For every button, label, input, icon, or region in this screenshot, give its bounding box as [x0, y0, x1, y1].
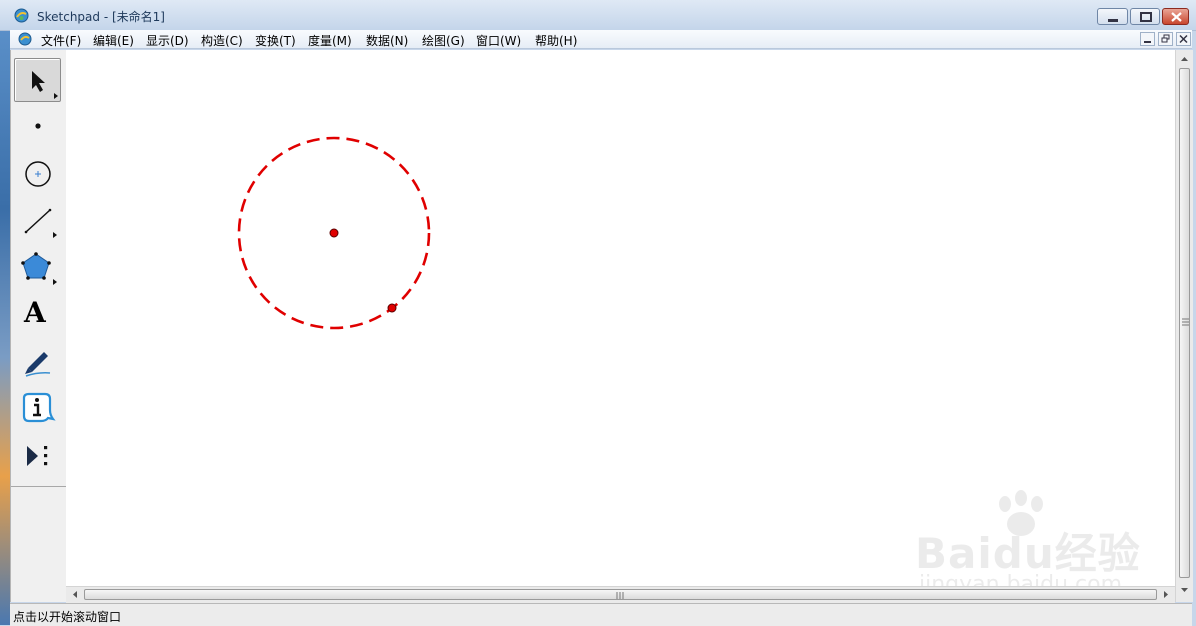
- minimize-button[interactable]: [1097, 8, 1128, 25]
- title-bar[interactable]: Sketchpad - [未命名1]: [0, 0, 1196, 31]
- scroll-down-icon[interactable]: [1177, 583, 1192, 598]
- point-tool[interactable]: [14, 104, 61, 148]
- mdi-minimize-icon[interactable]: [1140, 32, 1155, 46]
- minimize-icon: [1108, 19, 1118, 22]
- menu-window[interactable]: 窗口(W): [476, 32, 521, 49]
- menu-file[interactable]: 文件(F): [41, 32, 81, 49]
- horizontal-scrollbar[interactable]: [66, 586, 1175, 603]
- play-more-icon: [27, 446, 48, 466]
- center-point[interactable]: [329, 228, 339, 238]
- text-tool[interactable]: A: [14, 294, 61, 338]
- window-title: Sketchpad - [未命名1]: [37, 10, 165, 24]
- grip-icon: [616, 592, 624, 599]
- menu-edit[interactable]: 编辑(E): [93, 32, 134, 49]
- restore-icon: [1140, 12, 1152, 22]
- straightedge-tool[interactable]: [14, 200, 61, 244]
- menu-graph[interactable]: 绘图(G): [422, 32, 465, 49]
- close-icon: [1171, 12, 1182, 22]
- circle-icon: [25, 161, 51, 187]
- close-button[interactable]: [1162, 8, 1189, 25]
- toolbox-separator: [11, 486, 66, 487]
- menu-data[interactable]: 数据(N): [366, 32, 408, 49]
- status-bar: 点击以开始滚动窗口: [10, 603, 1192, 626]
- desktop-edge: [0, 30, 10, 625]
- mdi-restore-icon[interactable]: [1158, 32, 1173, 46]
- menu-bar: 文件(F) 编辑(E) 显示(D) 构造(C) 变换(T) 度量(M) 数据(N…: [10, 30, 1192, 49]
- marker-tool[interactable]: [14, 340, 61, 384]
- sketchpad-app-icon: [14, 8, 29, 23]
- menu-transform[interactable]: 变换(T): [255, 32, 296, 49]
- status-text: 点击以开始滚动窗口: [13, 610, 122, 624]
- menu-construct[interactable]: 构造(C): [201, 32, 243, 49]
- vertical-scrollbar[interactable]: [1175, 50, 1193, 602]
- horizontal-scroll-thumb[interactable]: [84, 589, 1157, 600]
- compass-tool[interactable]: [14, 152, 61, 196]
- pen-icon: [25, 352, 51, 377]
- pentagon-icon: [21, 252, 57, 285]
- vertical-scroll-thumb[interactable]: [1179, 68, 1190, 578]
- point-icon: [35, 123, 41, 129]
- menu-measure[interactable]: 度量(M): [308, 32, 352, 49]
- baidu-watermark: Baidu经验 jingyan.baidu.com: [915, 490, 1140, 600]
- toolbox: A: [10, 50, 67, 602]
- radius-point[interactable]: [387, 303, 397, 313]
- text-a-icon: A: [24, 296, 46, 329]
- polygon-tool[interactable]: [14, 246, 61, 290]
- menu-help[interactable]: 帮助(H): [535, 32, 577, 49]
- sketch-canvas[interactable]: Baidu经验 jingyan.baidu.com: [66, 50, 1175, 597]
- scroll-up-icon[interactable]: [1177, 51, 1192, 66]
- scroll-right-icon[interactable]: [1159, 587, 1174, 602]
- info-icon: [22, 392, 56, 423]
- arrow-icon: [32, 71, 58, 99]
- arrow-tool[interactable]: [14, 58, 61, 102]
- custom-tool[interactable]: [14, 434, 61, 478]
- document-icon[interactable]: [18, 32, 32, 46]
- restore-button[interactable]: [1130, 8, 1160, 25]
- grip-icon: [1182, 318, 1189, 326]
- mdi-close-icon[interactable]: [1176, 32, 1191, 46]
- line-icon: [24, 208, 57, 238]
- information-tool[interactable]: [14, 388, 61, 432]
- scroll-left-icon[interactable]: [67, 587, 82, 602]
- menu-display[interactable]: 显示(D): [146, 32, 189, 49]
